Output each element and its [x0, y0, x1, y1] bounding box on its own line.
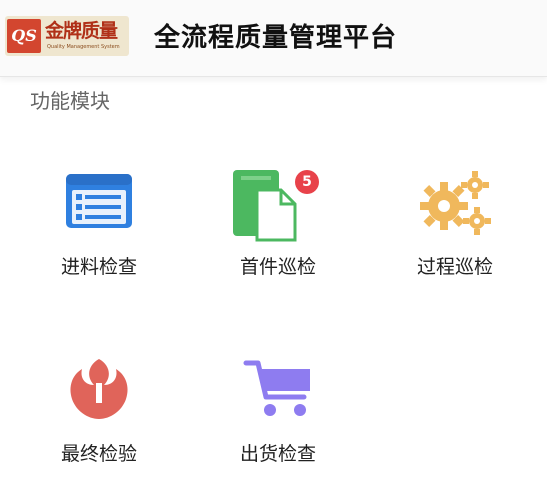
- logo-subtext: Quality Management System: [47, 44, 120, 50]
- logo-text: 金牌质量: [45, 20, 118, 42]
- app-logo: QS 金牌质量 Quality Management System: [5, 16, 129, 56]
- module-label: 进料检查: [60, 256, 137, 278]
- page-title: 全流程质量管理平台: [154, 23, 398, 53]
- gears-icon: [420, 171, 491, 235]
- module-label: 首件巡检: [239, 256, 316, 278]
- module-final-inspection[interactable]: 最终检验: [24, 355, 174, 485]
- list-icon: [66, 174, 132, 228]
- notification-badge: 5: [295, 170, 319, 194]
- module-incoming-inspection[interactable]: 进料检查: [24, 168, 174, 298]
- shopping-cart-icon: [243, 360, 310, 416]
- module-label: 过程巡检: [416, 256, 493, 278]
- module-label: 出货检查: [239, 443, 316, 465]
- document-icon: [233, 170, 297, 242]
- module-shipment-inspection[interactable]: 出货检查: [203, 355, 353, 485]
- logo-badge: QS: [7, 19, 41, 53]
- section-title: 功能模块: [30, 89, 110, 113]
- module-label: 最终检验: [60, 443, 137, 465]
- app-header: QS 金牌质量 Quality Management System 全流程质量管…: [0, 0, 547, 77]
- module-first-article-inspection[interactable]: 5 首件巡检: [203, 168, 353, 298]
- module-process-inspection[interactable]: 过程巡检: [380, 168, 530, 298]
- rebel-emblem-icon: [70, 359, 128, 419]
